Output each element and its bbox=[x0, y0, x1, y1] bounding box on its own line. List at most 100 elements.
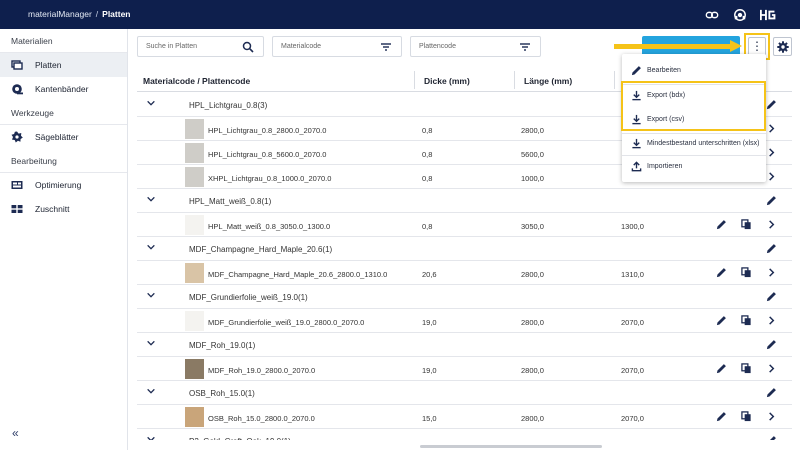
copy-icon[interactable] bbox=[741, 267, 752, 278]
column-header-code[interactable]: Materialcode / Plattencode bbox=[143, 76, 250, 86]
sidebar-item-saegeblaetter[interactable]: Sägeblätter bbox=[0, 125, 127, 149]
sidebar-item-platten[interactable]: Platten bbox=[0, 53, 127, 77]
sidebar-item-zuschnitt[interactable]: Zuschnitt bbox=[0, 197, 127, 221]
menu-item-label: Mindestbestand unterschritten (xlsx) bbox=[647, 140, 760, 147]
edit-group-icon[interactable] bbox=[766, 243, 777, 254]
table-row[interactable]: MDF_Roh_19.0_2800.0_2070.0 19,0 2800,0 2070… bbox=[137, 357, 792, 381]
breadcrumb-app[interactable]: materialManager bbox=[28, 9, 92, 19]
menu-item-importieren[interactable]: Importieren bbox=[622, 156, 766, 178]
chevron-down-icon[interactable] bbox=[146, 434, 156, 440]
search-input[interactable]: Suche in Platten bbox=[137, 36, 264, 57]
edit-icon[interactable] bbox=[716, 267, 727, 278]
chevron-right-icon[interactable] bbox=[766, 171, 777, 182]
group-row[interactable]: HPL_Matt_weiß_0.8(1) bbox=[137, 189, 792, 213]
edit-icon[interactable] bbox=[716, 363, 727, 374]
annotation-arrow-head bbox=[730, 40, 742, 52]
copy-icon[interactable] bbox=[741, 219, 752, 230]
group-row[interactable]: MDF_Roh_19.0(1) bbox=[137, 333, 792, 357]
plattencode-cell: HPL_Matt_weiß_0.8_3050.0_1300.0 bbox=[208, 222, 331, 231]
sidebar-item-optimierung[interactable]: Optimierung bbox=[0, 173, 127, 197]
table-row[interactable]: HPL_Matt_weiß_0.8_3050.0_1300.0 0,8 3050,0… bbox=[137, 213, 792, 237]
menu-item-bearbeiten[interactable]: Bearbeiten bbox=[622, 60, 766, 82]
chevron-down-icon[interactable] bbox=[146, 98, 156, 108]
group-name: HPL_Matt_weiß_0.8(1) bbox=[189, 197, 272, 206]
edit-icon[interactable] bbox=[716, 219, 727, 230]
search-icon[interactable] bbox=[242, 41, 254, 53]
edit-icon[interactable] bbox=[716, 411, 727, 422]
sidebar: Materialien Platten Kantenbänder Werkzeu… bbox=[0, 29, 128, 450]
edit-group-icon[interactable] bbox=[766, 435, 777, 440]
plattencode-filter[interactable]: Plattencode bbox=[410, 36, 541, 57]
dicke-cell: 0,8 bbox=[422, 222, 433, 231]
sidebar-group-bearbeitung: Bearbeitung bbox=[0, 149, 127, 173]
filter-icon[interactable] bbox=[519, 41, 531, 53]
copy-icon[interactable] bbox=[741, 315, 752, 326]
group-row[interactable]: P2_Gold_Craft_Oak_19.0(1) bbox=[137, 429, 792, 440]
chevron-down-icon[interactable] bbox=[146, 290, 156, 300]
laenge-cell: 2800,0 bbox=[521, 414, 544, 423]
sidebar-item-kantenbaender[interactable]: Kantenbänder bbox=[0, 77, 127, 101]
horizontal-scrollbar[interactable] bbox=[137, 443, 792, 449]
edit-icon[interactable] bbox=[716, 315, 727, 326]
materialcode-placeholder: Materialcode bbox=[281, 43, 322, 50]
plattencode-cell: MDF_Roh_19.0_2800.0_2070.0 bbox=[208, 366, 316, 375]
breite-cell: 1300,0 bbox=[621, 222, 644, 231]
edit-group-icon[interactable] bbox=[766, 339, 777, 350]
sidebar-group-materialien: Materialien bbox=[0, 29, 127, 53]
breadcrumb-separator: / bbox=[95, 9, 99, 19]
plattencode-cell: HPL_Lichtgrau_0.8_5600.0_2070.0 bbox=[208, 150, 327, 159]
support-icon[interactable] bbox=[733, 8, 747, 22]
filter-icon[interactable] bbox=[380, 41, 392, 53]
annotation-highlight-export bbox=[621, 81, 766, 131]
group-name: MDF_Champagne_Hard_Maple_20.6(1) bbox=[189, 245, 333, 254]
settings-button[interactable] bbox=[773, 37, 792, 56]
link-icon[interactable] bbox=[705, 8, 719, 22]
edit-group-icon[interactable] bbox=[766, 195, 777, 206]
chevron-right-icon[interactable] bbox=[766, 267, 777, 278]
group-name: MDF_Roh_19.0(1) bbox=[189, 341, 256, 350]
table-row[interactable]: OSB_Roh_15.0_2800.0_2070.0 15,0 2800,0 2070… bbox=[137, 405, 792, 429]
chevron-right-icon[interactable] bbox=[766, 411, 777, 422]
chevron-down-icon[interactable] bbox=[146, 194, 156, 204]
sidebar-item-label: Zuschnitt bbox=[35, 204, 70, 214]
breite-cell: 2070,0 bbox=[621, 414, 644, 423]
group-row[interactable]: MDF_Grundierfolie_weiß_19.0(1) bbox=[137, 285, 792, 309]
edit-group-icon[interactable] bbox=[766, 387, 777, 398]
optimization-icon bbox=[11, 181, 23, 189]
chevron-right-icon[interactable] bbox=[766, 123, 777, 134]
chevron-down-icon[interactable] bbox=[146, 338, 156, 348]
sidebar-item-label: Kantenbänder bbox=[35, 84, 89, 94]
chevron-right-icon[interactable] bbox=[766, 219, 777, 230]
plattencode-cell: HPL_Lichtgrau_0.8_2800.0_2070.0 bbox=[208, 126, 327, 135]
edit-group-icon[interactable] bbox=[766, 99, 777, 110]
column-header-dicke[interactable]: Dicke (mm) bbox=[424, 76, 470, 86]
chevron-right-icon[interactable] bbox=[766, 315, 777, 326]
copy-icon[interactable] bbox=[741, 363, 752, 374]
sidebar-group-werkzeuge: Werkzeuge bbox=[0, 101, 127, 125]
hg-logo[interactable] bbox=[760, 8, 777, 22]
dicke-cell: 19,0 bbox=[422, 318, 437, 327]
menu-item-label: Bearbeiten bbox=[647, 67, 681, 74]
group-row[interactable]: OSB_Roh_15.0(1) bbox=[137, 381, 792, 405]
dicke-cell: 0,8 bbox=[422, 126, 433, 135]
dicke-cell: 15,0 bbox=[422, 414, 437, 423]
edgeband-roll-icon bbox=[12, 84, 23, 95]
group-row[interactable]: MDF_Champagne_Hard_Maple_20.6(1) bbox=[137, 237, 792, 261]
table-row[interactable]: MDF_Grundierfolie_weiß_19.0_2800.0_2070.… bbox=[137, 309, 792, 333]
edit-group-icon[interactable] bbox=[766, 291, 777, 302]
materialcode-filter[interactable]: Materialcode bbox=[272, 36, 402, 57]
plattencode-cell: MDF_Champagne_Hard_Maple_20.6_2800.0_131… bbox=[208, 270, 388, 279]
dicke-cell: 0,8 bbox=[422, 150, 433, 159]
menu-item-mindestbestand[interactable]: Mindestbestand unterschritten (xlsx) bbox=[622, 133, 766, 155]
laenge-cell: 3050,0 bbox=[521, 222, 544, 231]
table-row[interactable]: MDF_Champagne_Hard_Maple_20.6_2800.0_131… bbox=[137, 261, 792, 285]
chevron-down-icon[interactable] bbox=[146, 242, 156, 252]
copy-icon[interactable] bbox=[741, 411, 752, 422]
sidebar-collapse-button[interactable]: « bbox=[12, 426, 19, 440]
chevron-down-icon[interactable] bbox=[146, 386, 156, 396]
laenge-cell: 2800,0 bbox=[521, 318, 544, 327]
chevron-right-icon[interactable] bbox=[766, 363, 777, 374]
column-header-laenge[interactable]: Länge (mm) bbox=[524, 76, 572, 86]
scrollbar-thumb[interactable] bbox=[420, 445, 602, 448]
chevron-right-icon[interactable] bbox=[766, 147, 777, 158]
